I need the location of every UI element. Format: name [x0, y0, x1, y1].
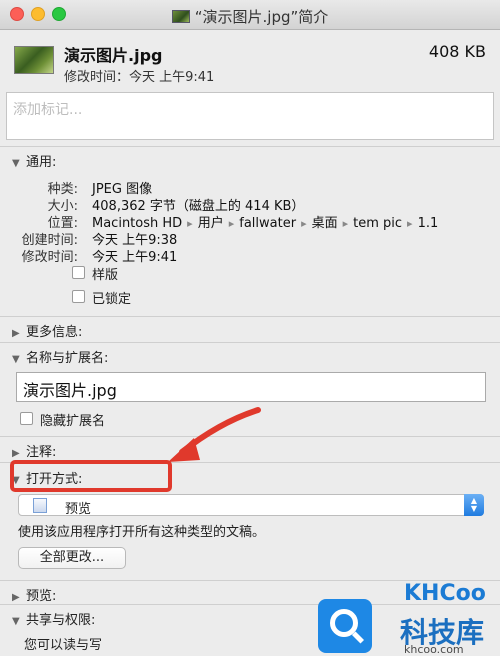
modified-time: 修改时间：今天 上午9:41: [64, 70, 215, 85]
open-with-app: 预览: [65, 502, 92, 517]
window-title: “演示图片.jpg”简介: [194, 8, 329, 26]
disclosure-down-icon: ▼: [12, 616, 20, 627]
popup-arrows-icon: ▲ ▼: [464, 494, 484, 516]
title-bar: “演示图片.jpg”简介: [0, 0, 500, 30]
disclosure-down-icon: ▼: [12, 158, 20, 169]
path-item[interactable]: fallwater: [239, 216, 296, 231]
disclosure-right-icon: ▶: [12, 328, 20, 339]
chevron-right-icon: ▸: [228, 217, 235, 230]
highlight-annotation-box: [10, 460, 172, 492]
section-more-info[interactable]: ▶ 更多信息:: [12, 321, 82, 340]
preview-app-icon: [33, 498, 47, 513]
name-input[interactable]: 演示图片.jpg: [16, 372, 486, 402]
sharing-status: 您可以读与写: [24, 638, 103, 653]
path-item[interactable]: 用户: [198, 216, 224, 231]
image-preview-thumbnail: [14, 46, 54, 74]
magnifier-logo-icon: [318, 599, 372, 653]
section-more-info-label: 更多信息:: [26, 325, 83, 340]
file-size: 408 KB: [428, 42, 486, 61]
hide-extension-label: 隐藏扩展名: [40, 414, 106, 429]
section-preview[interactable]: ▶ 预览:: [12, 585, 56, 604]
section-sharing[interactable]: ▼ 共享与权限:: [12, 609, 95, 628]
section-preview-label: 预览:: [26, 589, 57, 604]
section-general[interactable]: ▼ 通用:: [12, 151, 56, 170]
window-title-wrap: “演示图片.jpg”简介: [0, 6, 500, 27]
watermark: KHCoo 科技库 khcoo.com: [318, 575, 500, 656]
section-name-extension-label: 名称与扩展名:: [26, 351, 109, 366]
watermark-brand: KHCoo: [404, 581, 486, 606]
open-with-hint: 使用该应用程序打开所有这种类型的文稿。: [18, 525, 266, 540]
divider: [0, 342, 500, 343]
info-header: 演示图片.jpg 408 KB 修改时间：今天 上午9:41: [14, 38, 490, 88]
disclosure-right-icon: ▶: [12, 592, 20, 603]
tags-field[interactable]: 添加标记...: [6, 92, 494, 140]
section-general-label: 通用:: [26, 155, 57, 170]
chevron-right-icon: ▸: [187, 217, 193, 230]
chevron-right-icon: ▸: [342, 217, 349, 230]
locked-checkbox[interactable]: [72, 290, 85, 303]
modified-label: 修改时间:: [21, 250, 78, 265]
divider: [0, 146, 500, 147]
chevron-right-icon: ▸: [301, 217, 307, 230]
disclosure-right-icon: ▶: [12, 448, 20, 459]
disclosure-down-icon: ▼: [12, 354, 20, 365]
divider: [0, 316, 500, 317]
hide-extension-checkbox[interactable]: [20, 412, 33, 425]
section-name-extension[interactable]: ▼ 名称与扩展名:: [12, 347, 108, 366]
watermark-url: khcoo.com: [404, 643, 464, 656]
file-thumbnail-icon: [171, 10, 190, 23]
open-with-popup[interactable]: 预览 ▲ ▼: [18, 494, 484, 517]
path-item[interactable]: 1.1: [418, 216, 439, 231]
change-all-button[interactable]: 全部更改...: [18, 547, 126, 569]
section-comments[interactable]: ▶ 注释:: [12, 441, 56, 460]
path-item[interactable]: 桌面: [312, 216, 338, 231]
annotation-arrow-icon: [168, 407, 261, 462]
path-item[interactable]: tem pic: [353, 216, 402, 231]
chevron-right-icon: ▸: [407, 217, 413, 230]
section-comments-label: 注释:: [26, 445, 57, 460]
section-sharing-label: 共享与权限:: [26, 613, 96, 628]
stationery-label: 样版: [92, 268, 119, 283]
stationery-checkbox[interactable]: [72, 266, 85, 279]
file-name: 演示图片.jpg: [64, 46, 163, 65]
locked-label: 已锁定: [92, 292, 132, 307]
modified-value: 今天 上午9:41: [92, 250, 178, 265]
